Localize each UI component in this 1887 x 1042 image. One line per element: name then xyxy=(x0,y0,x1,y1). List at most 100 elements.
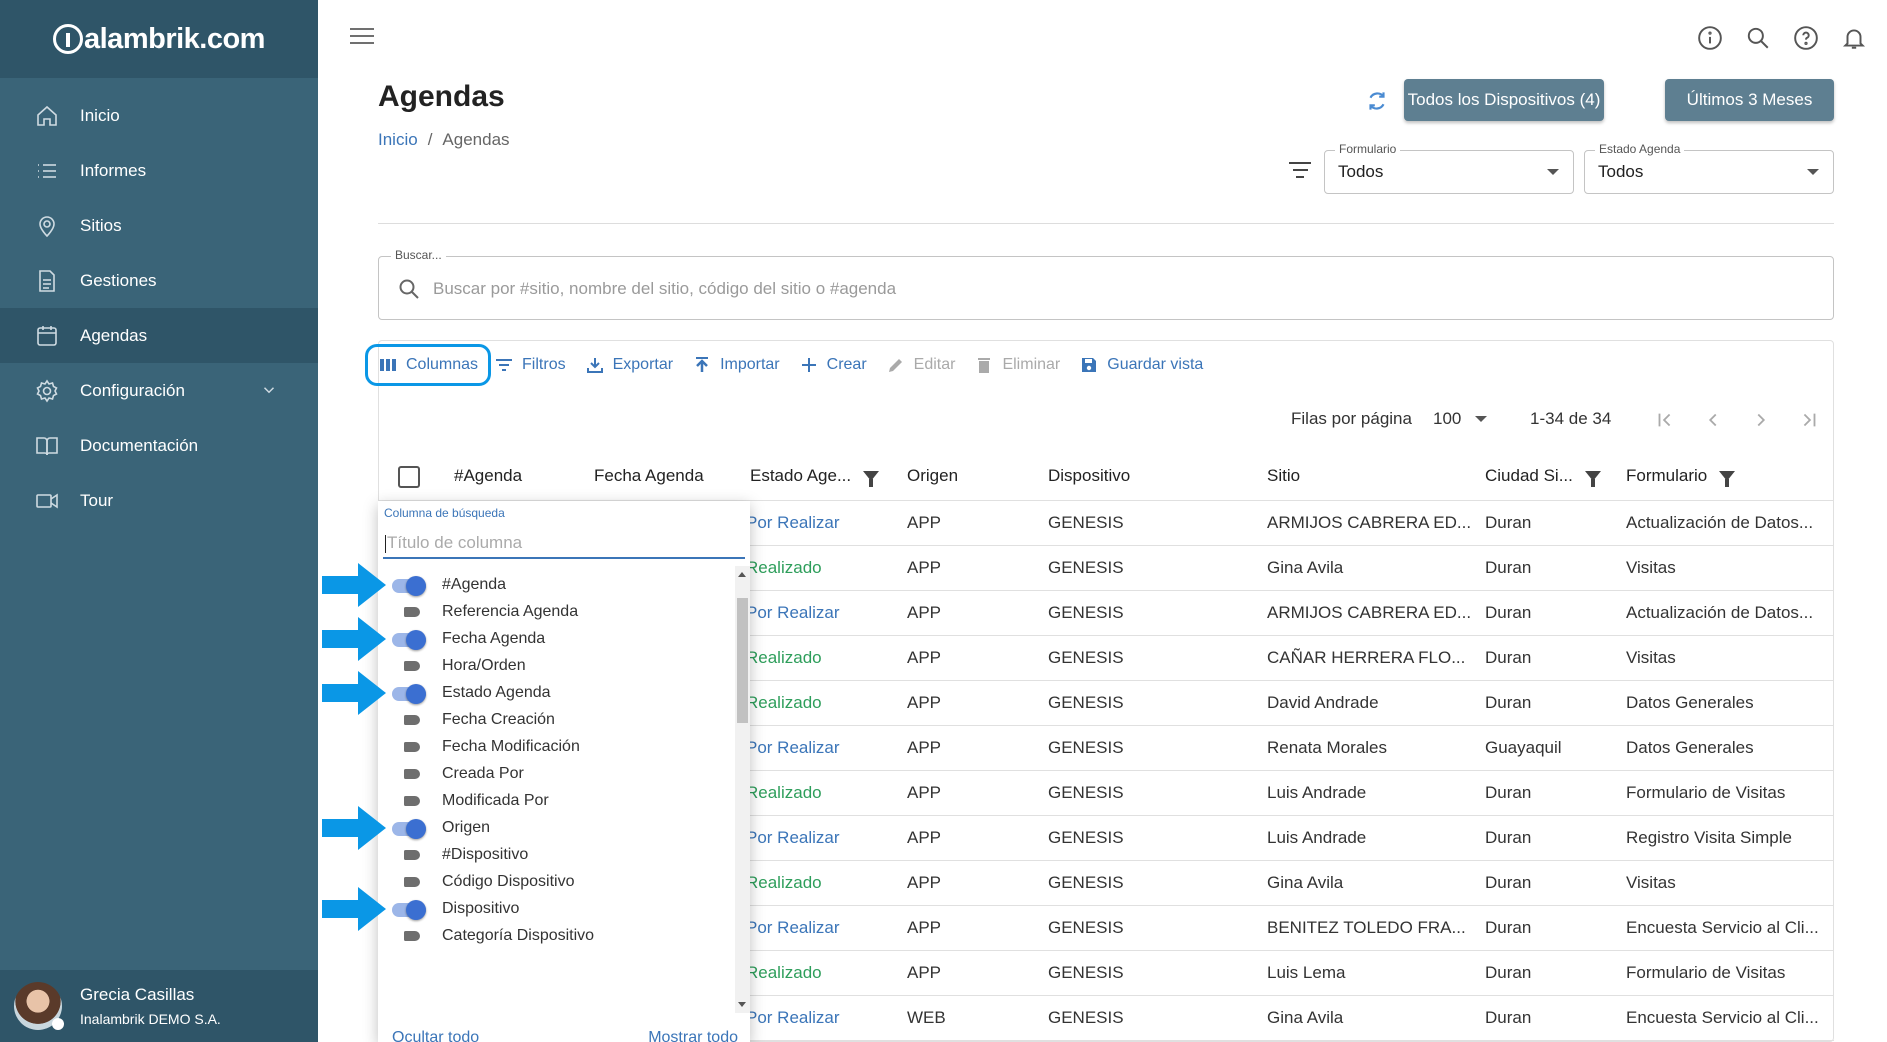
columns-label: Columnas xyxy=(406,356,479,373)
top-icons xyxy=(1697,25,1867,51)
scroll-down-icon[interactable] xyxy=(738,1002,746,1007)
column-toggle-item[interactable]: Modificada Por xyxy=(392,787,549,814)
column-header-sitio[interactable]: Sitio xyxy=(1267,466,1300,486)
column-toggle-item[interactable]: Estado Agenda xyxy=(392,679,551,706)
scrollbar-thumb[interactable] xyxy=(737,598,748,723)
column-toggle-item[interactable]: Creada Por xyxy=(392,760,524,787)
sidebar-item-sitios[interactable]: Sitios xyxy=(0,198,318,253)
toggle-switch[interactable] xyxy=(392,847,426,863)
sidebar-item-informes[interactable]: Informes xyxy=(0,143,318,198)
delete-button[interactable]: Eliminar xyxy=(974,355,1060,375)
last-3-months-button[interactable]: Últimos 3 Meses xyxy=(1665,79,1834,121)
header-label: Estado Age... xyxy=(750,466,852,485)
scroll-up-icon[interactable] xyxy=(738,572,746,577)
cell-origen: APP xyxy=(907,513,942,532)
column-toggle-item[interactable]: Fecha Creación xyxy=(392,706,555,733)
sidebar-item-inicio[interactable]: Inicio xyxy=(0,88,318,143)
select-all-checkbox[interactable] xyxy=(398,466,420,488)
rows-per-page-select[interactable]: 100 xyxy=(1433,409,1488,429)
filter-funnel-icon[interactable] xyxy=(863,471,880,487)
column-toggle-item[interactable]: Fecha Agenda xyxy=(392,625,545,652)
column-header-origen[interactable]: Origen xyxy=(907,466,958,486)
next-page-icon[interactable] xyxy=(1750,409,1772,431)
toggle-switch[interactable] xyxy=(392,629,426,650)
column-toggle-item[interactable]: #Dispositivo xyxy=(392,841,528,868)
info-icon[interactable] xyxy=(1697,25,1723,51)
column-header-ciudad[interactable]: Ciudad Si... xyxy=(1485,466,1601,487)
cell-dispositivo: GENESIS xyxy=(1048,873,1124,892)
column-toggle-item[interactable]: Origen xyxy=(392,814,490,841)
chevron-down-icon[interactable] xyxy=(260,381,278,404)
refresh-icon[interactable] xyxy=(1364,88,1390,114)
toggle-switch[interactable] xyxy=(392,712,426,728)
column-header-agenda[interactable]: #Agenda xyxy=(454,466,522,486)
bell-icon[interactable] xyxy=(1841,25,1867,51)
sidebar-item-gestiones[interactable]: Gestiones xyxy=(0,253,318,308)
columns-icon xyxy=(380,359,396,371)
pointer-arrow-icon xyxy=(322,671,386,715)
avatar[interactable] xyxy=(14,982,64,1030)
header-label: Formulario xyxy=(1626,466,1708,485)
toggle-switch[interactable] xyxy=(392,874,426,890)
filter-funnel-icon[interactable] xyxy=(1584,471,1601,487)
column-toggle-item[interactable]: Categoría Dispositivo xyxy=(392,922,594,949)
breadcrumb-home-link[interactable]: Inicio xyxy=(378,130,418,149)
all-devices-button[interactable]: Todos los Dispositivos (4) xyxy=(1404,79,1604,121)
estado-agenda-select[interactable]: Estado Agenda Todos xyxy=(1584,142,1834,194)
scrollbar[interactable] xyxy=(735,566,750,1013)
column-toggle-item[interactable]: Hora/Orden xyxy=(392,652,526,679)
breadcrumb-current: Agendas xyxy=(442,130,510,149)
columns-button[interactable]: Columnas xyxy=(365,344,492,386)
cell-origen: APP xyxy=(907,603,942,622)
toggle-switch[interactable] xyxy=(392,818,426,839)
column-header-estado[interactable]: Estado Age... xyxy=(750,466,880,487)
sidebar-item-configuracion[interactable]: Configuración xyxy=(0,363,318,418)
column-toggle-item[interactable]: #Agenda xyxy=(392,571,506,598)
sidebar-item-documentacion[interactable]: Documentación xyxy=(0,418,318,473)
toggle-switch[interactable] xyxy=(392,658,426,674)
create-button[interactable]: Crear xyxy=(799,355,867,375)
toggle-switch[interactable] xyxy=(392,793,426,809)
estado-agenda-value: Todos xyxy=(1598,162,1644,181)
trash-icon xyxy=(978,358,991,373)
search-input[interactable]: Buscar... Buscar por #sitio, nombre del … xyxy=(378,248,1834,320)
user-profile[interactable]: Grecia Casillas Inalambrik DEMO S.A. xyxy=(0,970,318,1042)
hide-all-button[interactable]: Ocultar todo xyxy=(392,1029,479,1042)
export-button[interactable]: Exportar xyxy=(585,355,673,375)
sidebar-item-agendas[interactable]: Agendas xyxy=(0,308,318,363)
toggle-switch[interactable] xyxy=(392,899,426,920)
cell-dispositivo: GENESIS xyxy=(1048,1008,1124,1027)
column-header-dispositivo[interactable]: Dispositivo xyxy=(1048,466,1130,486)
first-page-icon[interactable] xyxy=(1654,409,1676,431)
toggle-switch[interactable] xyxy=(392,683,426,704)
last-page-icon[interactable] xyxy=(1798,409,1820,431)
toggle-switch[interactable] xyxy=(392,575,426,596)
show-all-button[interactable]: Mostrar todo xyxy=(648,1029,738,1042)
help-icon[interactable] xyxy=(1793,25,1819,51)
toggle-switch[interactable] xyxy=(392,928,426,944)
sidebar-item-tour[interactable]: Tour xyxy=(0,473,318,528)
column-header-fecha[interactable]: Fecha Agenda xyxy=(594,466,704,486)
cell-ciudad: Duran xyxy=(1485,603,1532,622)
column-toggle-item[interactable]: Referencia Agenda xyxy=(392,598,578,625)
toggle-switch[interactable] xyxy=(392,604,426,620)
previous-page-icon[interactable] xyxy=(1702,409,1724,431)
import-button[interactable]: Importar xyxy=(692,355,780,375)
column-header-formulario[interactable]: Formulario xyxy=(1626,466,1736,487)
toggle-switch[interactable] xyxy=(392,766,426,782)
edit-button[interactable]: Editar xyxy=(886,355,955,375)
brand-logo[interactable]: alambrik.com xyxy=(53,23,265,56)
filters-button[interactable]: Filtros xyxy=(494,355,566,375)
search-icon[interactable] xyxy=(1745,25,1771,51)
column-toggle-item[interactable]: Código Dispositivo xyxy=(392,868,575,895)
save-view-button[interactable]: Guardar vista xyxy=(1079,355,1203,375)
filter-icon[interactable] xyxy=(1288,162,1312,184)
column-toggle-item[interactable]: Fecha Modificación xyxy=(392,733,580,760)
formulario-select[interactable]: Formulario Todos xyxy=(1324,142,1574,194)
column-toggle-item[interactable]: Dispositivo xyxy=(392,895,519,922)
cell-sitio: BENITEZ TOLEDO FRA... xyxy=(1267,918,1466,937)
toggle-switch[interactable] xyxy=(392,739,426,755)
filter-funnel-icon[interactable] xyxy=(1719,471,1736,487)
menu-toggle-icon[interactable] xyxy=(350,28,374,48)
column-search-input[interactable]: Título de columna xyxy=(383,529,745,559)
